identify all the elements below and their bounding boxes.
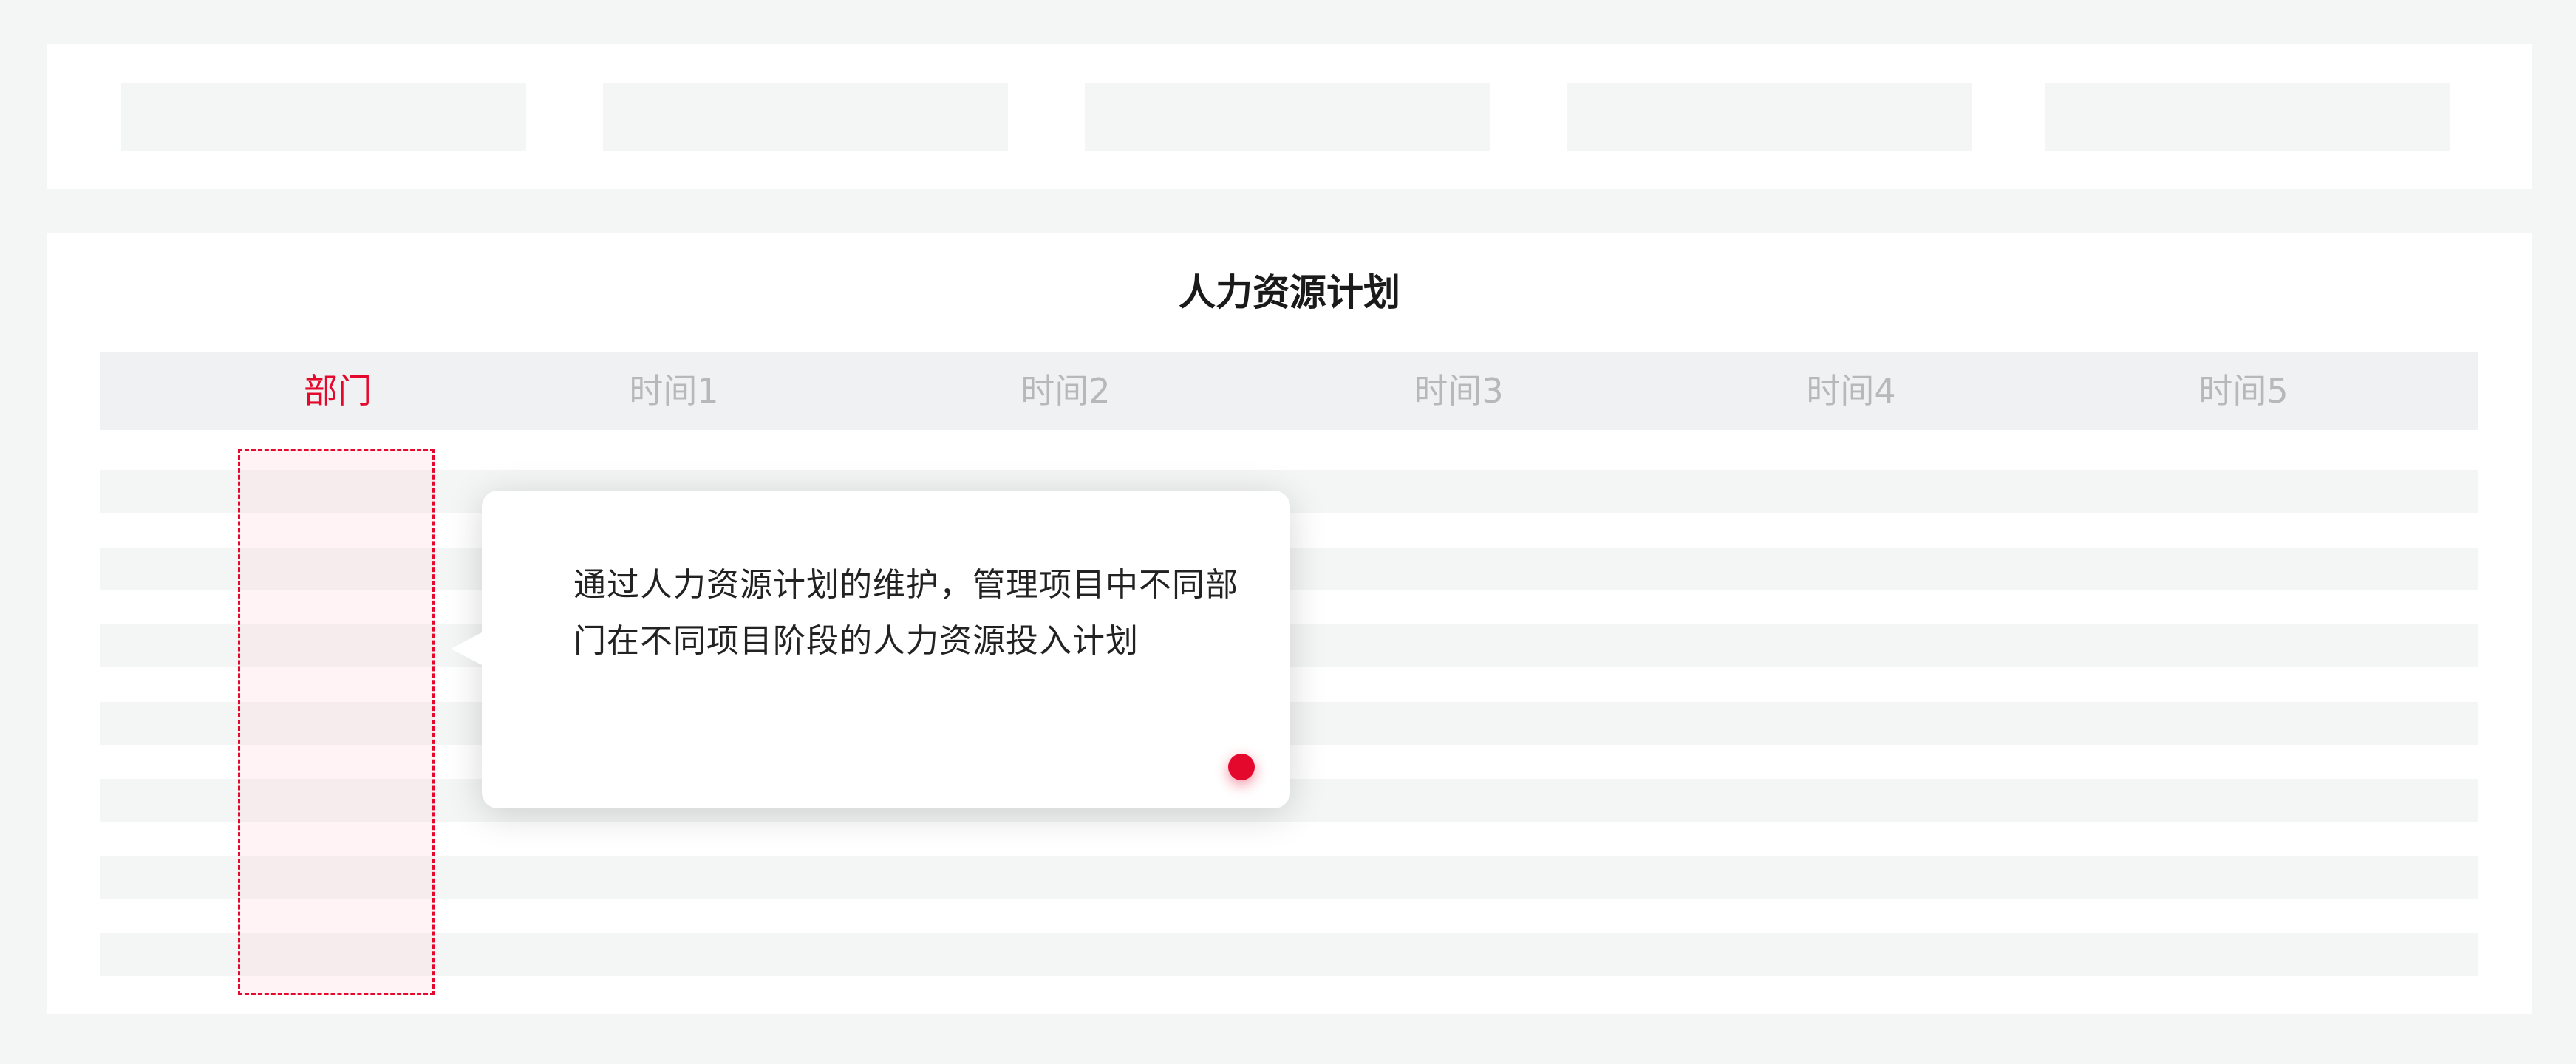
filter-field-2[interactable] — [603, 83, 1008, 151]
filter-field-5[interactable] — [2045, 83, 2450, 151]
table-header: 部门 时间1 时间2 时间3 时间4 时间5 — [100, 352, 2478, 430]
hotspot-dot-icon[interactable] — [1228, 754, 1255, 780]
explanation-tooltip: 通过人力资源计划的维护，管理项目中不同部门在不同项目阶段的人力资源投入计划 — [451, 491, 1290, 808]
filter-field-1[interactable] — [121, 83, 526, 151]
column-header-time-4[interactable]: 时间4 — [1806, 352, 1895, 430]
table-row — [100, 856, 2478, 899]
column-header-time-3[interactable]: 时间3 — [1414, 352, 1503, 430]
column-header-time-1[interactable]: 时间1 — [629, 352, 718, 430]
column-header-time-5[interactable]: 时间5 — [2198, 352, 2288, 430]
department-column-highlight — [238, 449, 435, 995]
column-header-department[interactable]: 部门 — [304, 352, 372, 430]
page-title: 人力资源计划 — [1179, 271, 1400, 314]
table-row — [100, 933, 2478, 976]
column-header-time-2[interactable]: 时间2 — [1020, 352, 1110, 430]
tooltip-text: 通过人力资源计划的维护，管理项目中不同部门在不同项目阶段的人力资源投入计划 — [573, 566, 1238, 660]
filter-field-3[interactable] — [1085, 83, 1490, 151]
page: 人力资源计划 部门 时间1 时间2 时间3 时间4 时间5 通过人力资源计划的维… — [0, 0, 2576, 1064]
filter-field-4[interactable] — [1567, 83, 1972, 151]
filter-panel — [47, 44, 2532, 189]
